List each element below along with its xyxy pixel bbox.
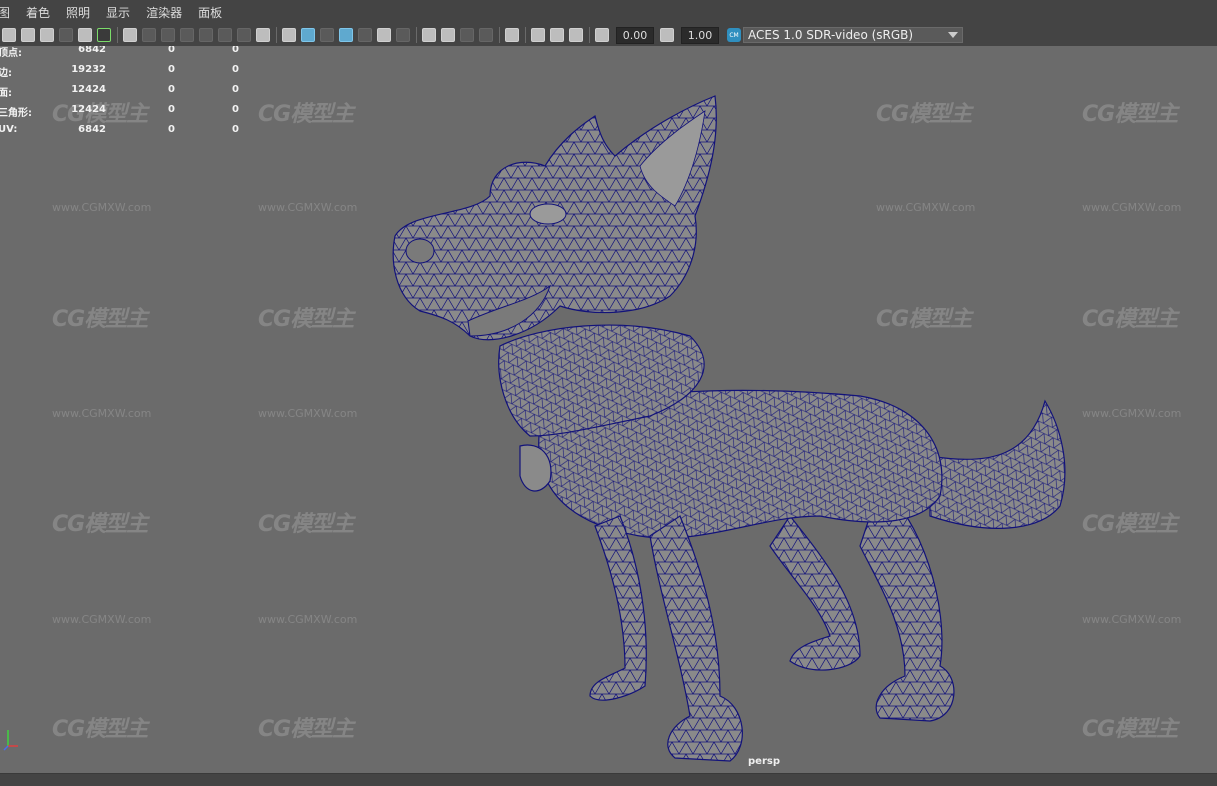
perspective-viewport[interactable]: CG模型主 CG模型主 CG模型主 CG模型主 www.CGMXW.com ww… [0,46,1217,773]
resolution-gate-icon[interactable] [161,28,175,42]
smooth-shade-icon[interactable] [301,28,315,42]
wireframe-on-shaded-icon[interactable] [339,28,353,42]
nose-mesh [405,238,435,264]
safe-action-icon[interactable] [218,28,232,42]
dog-mesh[interactable] [392,95,1066,762]
camera-name-label: persp [748,756,780,767]
grease-pencil-icon[interactable] [78,28,92,42]
view-transform-label: ACES 1.0 SDR-video (sRGB) [748,28,914,42]
menu-panels[interactable]: 面板 [190,4,230,21]
xray-icon[interactable] [358,28,372,42]
panel-menu-bar: 图 着色 照明 显示 渲染器 面板 [0,0,1217,25]
xray-active-components-icon[interactable] [550,28,564,42]
anti-aliasing-icon[interactable] [460,28,474,42]
xray-joints-icon[interactable] [531,28,545,42]
camera-attributes-icon[interactable] [21,28,35,42]
image-plane-icon[interactable] [59,28,73,42]
menu-renderer[interactable]: 渲染器 [138,4,190,21]
lighting-icon[interactable] [377,28,391,42]
motion-blur-icon[interactable] [441,28,455,42]
isolate-select-icon[interactable] [505,28,519,42]
view-axis-icon [3,730,18,751]
depth-of-field-icon[interactable] [479,28,493,42]
chevron-down-icon [948,32,958,38]
exposure-icon[interactable] [595,28,609,42]
toolbar-divider [499,27,500,43]
menu-view[interactable]: 图 [0,4,18,21]
view-transform-select[interactable]: ACES 1.0 SDR-video (sRGB) [743,27,963,43]
gamma-field[interactable]: 1.00 [681,26,719,44]
toolbar-divider [525,27,526,43]
color-management-icon[interactable]: CM [727,28,741,42]
use-default-material-icon[interactable] [320,28,334,42]
menu-lighting[interactable]: 照明 [58,4,98,21]
dog-model[interactable] [0,46,1217,773]
wireframe-icon[interactable] [282,28,296,42]
two-sided-lighting-icon[interactable] [569,28,583,42]
field-chart-icon[interactable] [199,28,213,42]
toolbar-divider [589,27,590,43]
toolbar-divider [276,27,277,43]
toolbar-divider [416,27,417,43]
viewport-bottom-bar [0,773,1217,786]
panel-toolbar: 0.00 1.00 CM ACES 1.0 SDR-video (sRGB) [0,24,1217,46]
bookmark-icon[interactable] [40,28,54,42]
select-camera-icon[interactable] [2,28,16,42]
grid-icon[interactable] [123,28,137,42]
eye-mesh [529,203,567,225]
shadows-icon[interactable] [396,28,410,42]
screen-space-ao-icon[interactable] [422,28,436,42]
text-overlay-icon[interactable] [256,28,270,42]
menu-show[interactable]: 显示 [98,4,138,21]
safe-title-icon[interactable] [237,28,251,42]
film-gate-icon[interactable] [142,28,156,42]
gate-mask-icon[interactable] [180,28,194,42]
gamma-icon[interactable] [660,28,674,42]
toolbar-divider [117,27,118,43]
exposure-field[interactable]: 0.00 [616,26,654,44]
edit-pencil-icon[interactable] [97,28,111,42]
menu-shading[interactable]: 着色 [18,4,58,21]
